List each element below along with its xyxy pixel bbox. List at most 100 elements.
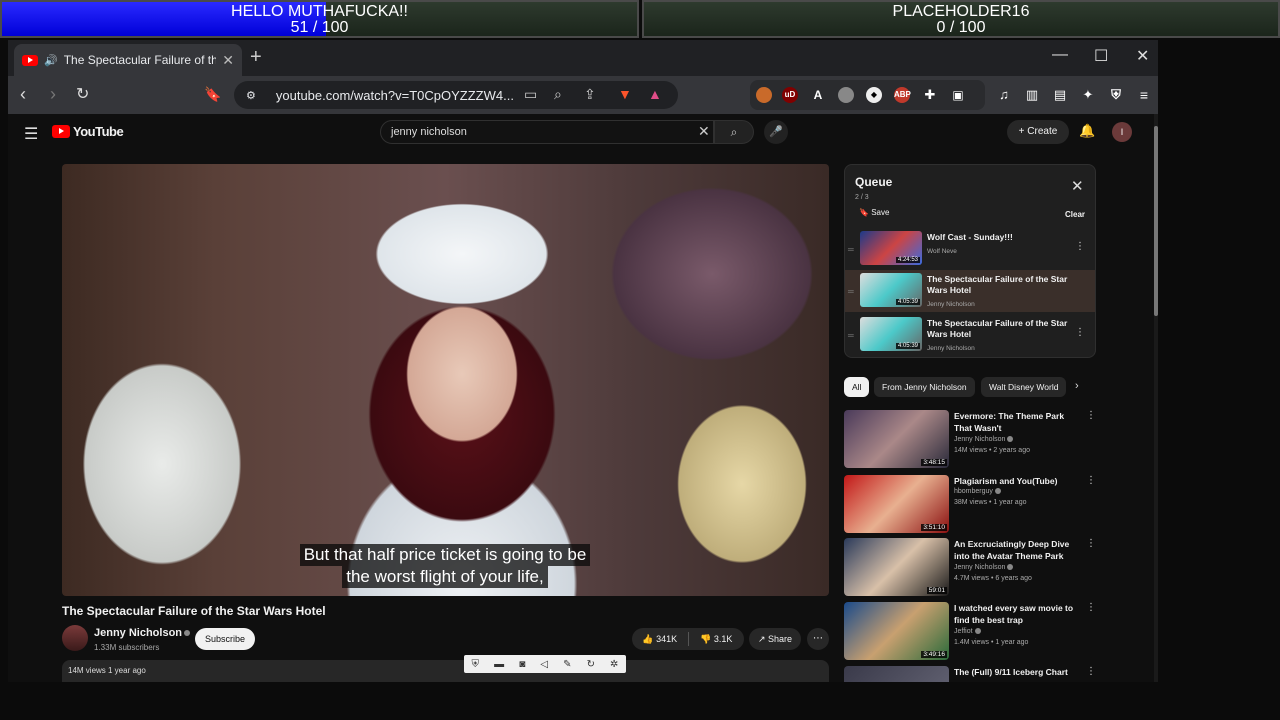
like-button[interactable]: 👍 341K [632, 634, 688, 645]
description-box[interactable]: 14M views 1 year ago [62, 660, 829, 682]
more-actions-button[interactable]: ⋯ [807, 628, 829, 650]
queue-item-title: Wolf Cast - Sunday!!! [927, 232, 1013, 242]
close-queue-icon[interactable]: ✕ [1071, 177, 1084, 195]
browser-toolbar: ‹ › ↻ 🔖 ⚙ youtube.com/watch?v=T0CpOYZZZW… [8, 76, 1158, 114]
recommendation-menu-icon[interactable]: ⋮ [1086, 602, 1096, 613]
like-dislike-group: 👍 341K 👎 3.1K [632, 628, 744, 650]
chip-walt-disney-world[interactable]: Walt Disney World [981, 377, 1067, 397]
leo-ai-icon[interactable]: ✦ [1080, 87, 1096, 103]
chips-next-icon[interactable]: › [1075, 380, 1079, 392]
bookmark-save-icon: 🔖 [859, 208, 869, 217]
recommendation-meta: 14M views • 2 years ago [954, 447, 1030, 454]
queue-item-active[interactable]: ═ 4:05:39 The Spectacular Failure of the… [845, 270, 1095, 312]
brave-shield-icon[interactable]: ▼ [618, 86, 632, 102]
shield-icon[interactable]: ⛨ [472, 659, 480, 670]
queue-clear-button[interactable]: Clear [1065, 210, 1085, 219]
dislike-count: 3.1K [713, 633, 733, 644]
channel-name[interactable]: Jenny Nicholson [94, 627, 191, 639]
speaker-icon[interactable]: 🔊 [44, 54, 58, 67]
recommendation-item[interactable]: The (Full) 9/11 Iceberg Chart ⋮ [844, 666, 1104, 682]
volume-icon[interactable]: ◁ [540, 659, 548, 670]
bookmark-icon[interactable]: 🔖 [204, 86, 221, 103]
extension-3-icon[interactable] [838, 87, 854, 103]
recommendation-menu-icon[interactable]: ⋮ [1086, 410, 1096, 421]
video-title: The Spectacular Failure of the Star Wars… [62, 604, 326, 618]
dislike-button[interactable]: 👎 3.1K [689, 634, 745, 645]
site-settings-icon[interactable]: ⚙ [246, 89, 256, 102]
recommendation-menu-icon[interactable]: ⋮ [1086, 666, 1096, 677]
chip-from-jenny-nicholson[interactable]: From Jenny Nicholson [874, 377, 975, 397]
youtube-logo[interactable]: YouTube [52, 124, 124, 139]
queue-item-menu-icon[interactable]: ⋮ [1075, 241, 1085, 252]
tab-title: The Spectacular Failure of the [63, 53, 217, 67]
desktop-bottom-strip [0, 682, 1280, 720]
screenshot-icon[interactable]: ▣ [950, 87, 966, 103]
recommendation-menu-icon[interactable]: ⋮ [1086, 538, 1096, 549]
adblock-plus-icon[interactable]: ABP [894, 87, 911, 103]
verified-icon [1007, 564, 1014, 571]
recommendation-item[interactable]: 59:01 An Excruciatingly Deep Dive into t… [844, 538, 1104, 596]
share-button[interactable]: ↗ Share [749, 628, 801, 650]
address-bar[interactable]: ⚙ youtube.com/watch?v=T0CpOYZZZW4... ▭ ⌕… [234, 81, 678, 109]
brave-rewards-icon[interactable]: ▲ [648, 86, 662, 102]
like-count: 341K [656, 633, 678, 644]
extension-a-icon[interactable]: A [810, 87, 826, 103]
wallet-icon[interactable]: ▤ [1052, 87, 1068, 103]
queue-item[interactable]: ═ 4:05:39 The Spectacular Failure of the… [845, 314, 1095, 356]
hamburger-menu-icon[interactable]: ☰ [24, 124, 38, 144]
drag-handle-icon[interactable]: ═ [848, 287, 854, 296]
queue-thumbnail: 4:05:39 [860, 273, 922, 307]
caption-line-2: the worst flight of your life, [342, 566, 548, 588]
media-control-icon[interactable]: ♫ [996, 87, 1012, 103]
pin-icon[interactable]: ✎ [563, 659, 571, 670]
cast-icon[interactable]: ▭ [524, 86, 537, 103]
camera-icon[interactable]: ◙ [519, 659, 525, 670]
sidebar-icon[interactable]: ▥ [1024, 87, 1040, 103]
search-button[interactable]: ⌕ [714, 120, 754, 144]
tab-youtube[interactable]: 🔊 The Spectacular Failure of the ✕ [14, 44, 242, 76]
queue-item-menu-icon[interactable]: ⋮ [1075, 327, 1085, 338]
queue-duration: 4:05:39 [895, 299, 920, 305]
zoom-icon[interactable]: ⌕ [554, 86, 562, 103]
queue-item[interactable]: ═ 4:24:53 Wolf Cast - Sunday!!! Wolf Nev… [845, 228, 1095, 270]
extension-1-icon[interactable] [756, 87, 772, 103]
drag-handle-icon[interactable]: ═ [848, 331, 854, 340]
minimize-button[interactable]: — [1052, 46, 1068, 64]
recommendation-menu-icon[interactable]: ⋮ [1086, 475, 1096, 486]
vpn-shield-icon[interactable]: ⛨ [1108, 87, 1124, 103]
recommendation-thumbnail: 59:01 [844, 538, 949, 596]
close-window-button[interactable]: ✕ [1136, 46, 1149, 66]
recommendation-item[interactable]: 3:49:16 I watched every saw movie to fin… [844, 602, 1104, 660]
clapper-icon[interactable]: ▬ [494, 659, 504, 670]
back-button[interactable]: ‹ [20, 84, 26, 105]
channel-avatar[interactable] [62, 625, 88, 651]
search-input[interactable]: jenny nicholson [380, 120, 714, 144]
recommendation-item[interactable]: 3:48:15 Evermore: The Theme Park That Wa… [844, 410, 1104, 468]
recommendation-channel: hbomberguy [954, 488, 1001, 495]
forward-button[interactable]: › [50, 84, 56, 105]
queue-thumbnail: 4:24:53 [860, 231, 922, 265]
queue-save-button[interactable]: 🔖 Save [859, 208, 889, 217]
new-tab-button[interactable]: + [250, 46, 262, 69]
ublock-icon[interactable]: uD [782, 87, 798, 103]
share-url-icon[interactable]: ⇪ [584, 86, 596, 103]
recommendation-item[interactable]: 3:51:10 Plagiarism and You(Tube) hbomber… [844, 475, 1104, 533]
tab-close-icon[interactable]: ✕ [222, 52, 234, 69]
reload-button[interactable]: ↻ [76, 84, 89, 104]
extensions-puzzle-icon[interactable]: ✚ [922, 87, 938, 103]
account-avatar[interactable]: I [1112, 122, 1132, 142]
video-player[interactable]: But that half price ticket is going to b… [62, 164, 829, 596]
loop-icon[interactable]: ↻ [587, 659, 595, 670]
chip-all[interactable]: All [844, 377, 870, 397]
settings-icon[interactable]: ✲ [610, 659, 618, 670]
extension-4-icon[interactable]: ◆ [866, 87, 882, 103]
notifications-bell-icon[interactable]: 🔔 [1079, 123, 1095, 139]
menu-icon[interactable]: ≡ [1136, 87, 1152, 103]
voice-search-icon[interactable]: 🎤 [764, 120, 788, 144]
maximize-button[interactable]: ☐ [1094, 46, 1108, 66]
create-button[interactable]: + Create [1007, 120, 1069, 144]
queue-item-channel: Jenny Nicholson [927, 301, 975, 308]
subscribe-button[interactable]: Subscribe [195, 628, 255, 650]
drag-handle-icon[interactable]: ═ [848, 245, 854, 254]
clear-search-icon[interactable]: ✕ [698, 123, 710, 140]
